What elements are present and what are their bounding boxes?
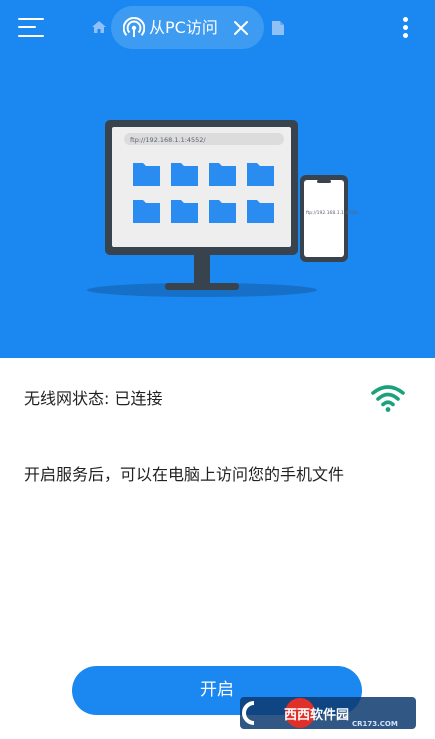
phone-url-text: ftp://192.168.1.1:4552/ [306,210,359,216]
pc-access-illustration: ftp://192.168.1.1:4552/ ftp://192.168.1.… [87,120,359,297]
wifi-tethering-icon [123,17,145,37]
more-vert-icon[interactable] [395,14,415,42]
wifi-icon [371,385,405,412]
monitor-url-text: ftp://192.168.1.1:4552/ [130,136,206,144]
tab-access-from-pc[interactable]: 从PC访问 [111,6,264,49]
watermark-brand: 西西软件园 [284,707,349,723]
hint-text: 开启服务后，可以在电脑上访问您的手机文件 [24,465,345,484]
home-icon[interactable] [91,19,107,35]
top-bar: 从PC访问 [0,0,435,58]
file-icon[interactable] [271,20,285,36]
watermark-site: CR173.COM [352,720,398,728]
menu-icon[interactable] [18,16,48,40]
tab-label: 从PC访问 [149,18,218,37]
wifi-status-text: 无线网状态: 已连接 [24,389,163,408]
watermark-logo: 西西软件园 CR173.COM [240,697,416,729]
close-icon[interactable] [232,19,250,37]
